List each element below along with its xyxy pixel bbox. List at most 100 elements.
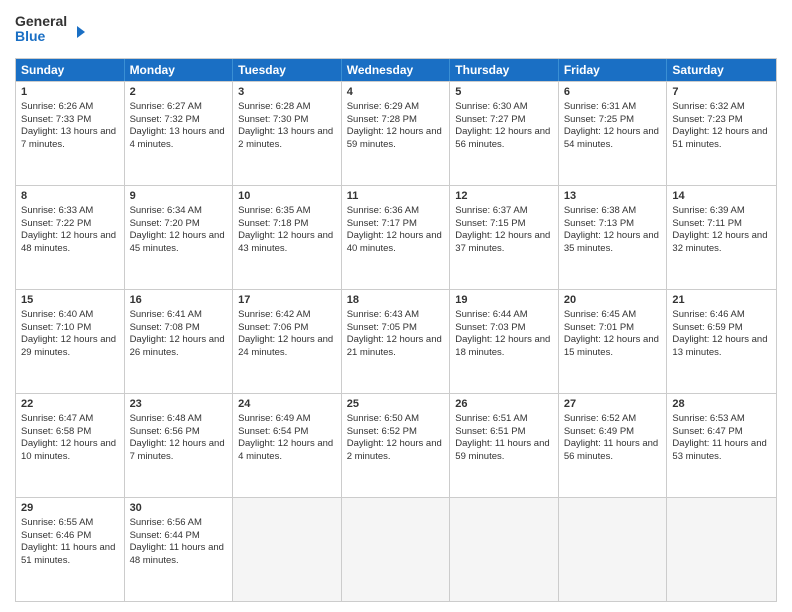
sunrise-20: Sunrise: 6:45 AM [564, 309, 636, 320]
sunrise-7: Sunrise: 6:32 AM [672, 101, 744, 112]
day-number-30: 30 [130, 501, 228, 516]
logo: General Blue [15, 10, 85, 50]
day-number-29: 29 [21, 501, 119, 516]
day-number-4: 4 [347, 85, 445, 100]
day-number-9: 9 [130, 189, 228, 204]
daylight-label-19: Daylight: 12 hours and 18 minutes. [455, 334, 550, 358]
page: General Blue SundayMondayTuesdayWednesda… [0, 0, 792, 612]
daylight-label-23: Daylight: 12 hours and 7 minutes. [130, 438, 225, 462]
sunset-27: Sunset: 6:49 PM [564, 426, 634, 437]
daylight-label-13: Daylight: 12 hours and 35 minutes. [564, 230, 659, 254]
daylight-label-7: Daylight: 12 hours and 51 minutes. [672, 126, 767, 150]
day-cell-21: 21 Sunrise: 6:46 AM Sunset: 6:59 PM Dayl… [667, 290, 776, 393]
daylight-label-24: Daylight: 12 hours and 4 minutes. [238, 438, 333, 462]
day-number-1: 1 [21, 85, 119, 100]
day-cell-10: 10 Sunrise: 6:35 AM Sunset: 7:18 PM Dayl… [233, 186, 342, 289]
day-cell-30: 30 Sunrise: 6:56 AM Sunset: 6:44 PM Dayl… [125, 498, 234, 601]
sunrise-23: Sunrise: 6:48 AM [130, 413, 202, 424]
sunrise-9: Sunrise: 6:34 AM [130, 205, 202, 216]
sunrise-29: Sunrise: 6:55 AM [21, 517, 93, 528]
day-cell-14: 14 Sunrise: 6:39 AM Sunset: 7:11 PM Dayl… [667, 186, 776, 289]
sunrise-27: Sunrise: 6:52 AM [564, 413, 636, 424]
sunrise-1: Sunrise: 6:26 AM [21, 101, 93, 112]
day-number-16: 16 [130, 293, 228, 308]
day-number-19: 19 [455, 293, 553, 308]
empty-cell-4-3 [342, 498, 451, 601]
sunrise-12: Sunrise: 6:37 AM [455, 205, 527, 216]
daylight-label-26: Daylight: 11 hours and 59 minutes. [455, 438, 549, 462]
day-cell-12: 12 Sunrise: 6:37 AM Sunset: 7:15 PM Dayl… [450, 186, 559, 289]
calendar-row-1: 8 Sunrise: 6:33 AM Sunset: 7:22 PM Dayli… [16, 185, 776, 289]
sunset-4: Sunset: 7:28 PM [347, 114, 417, 125]
sunset-20: Sunset: 7:01 PM [564, 322, 634, 333]
header-tuesday: Tuesday [233, 59, 342, 81]
day-number-21: 21 [672, 293, 771, 308]
daylight-label-17: Daylight: 12 hours and 24 minutes. [238, 334, 333, 358]
calendar-header-row: SundayMondayTuesdayWednesdayThursdayFrid… [16, 59, 776, 81]
logo-svg: General Blue [15, 10, 85, 50]
sunset-18: Sunset: 7:05 PM [347, 322, 417, 333]
svg-text:Blue: Blue [15, 28, 46, 44]
daylight-label-22: Daylight: 12 hours and 10 minutes. [21, 438, 116, 462]
day-cell-8: 8 Sunrise: 6:33 AM Sunset: 7:22 PM Dayli… [16, 186, 125, 289]
day-number-27: 27 [564, 397, 662, 412]
sunrise-26: Sunrise: 6:51 AM [455, 413, 527, 424]
calendar: SundayMondayTuesdayWednesdayThursdayFrid… [15, 58, 777, 602]
sunrise-11: Sunrise: 6:36 AM [347, 205, 419, 216]
calendar-body: 1 Sunrise: 6:26 AM Sunset: 7:33 PM Dayli… [16, 81, 776, 601]
daylight-label-16: Daylight: 12 hours and 26 minutes. [130, 334, 225, 358]
daylight-label-4: Daylight: 12 hours and 59 minutes. [347, 126, 442, 150]
sunset-1: Sunset: 7:33 PM [21, 114, 91, 125]
sunset-28: Sunset: 6:47 PM [672, 426, 742, 437]
daylight-label-6: Daylight: 12 hours and 54 minutes. [564, 126, 659, 150]
day-cell-20: 20 Sunrise: 6:45 AM Sunset: 7:01 PM Dayl… [559, 290, 668, 393]
day-number-2: 2 [130, 85, 228, 100]
sunset-6: Sunset: 7:25 PM [564, 114, 634, 125]
calendar-row-3: 22 Sunrise: 6:47 AM Sunset: 6:58 PM Dayl… [16, 393, 776, 497]
sunset-16: Sunset: 7:08 PM [130, 322, 200, 333]
day-number-6: 6 [564, 85, 662, 100]
daylight-label-30: Daylight: 11 hours and 48 minutes. [130, 542, 224, 566]
empty-cell-4-4 [450, 498, 559, 601]
svg-text:General: General [15, 13, 67, 29]
sunrise-24: Sunrise: 6:49 AM [238, 413, 310, 424]
daylight-label-15: Daylight: 12 hours and 29 minutes. [21, 334, 116, 358]
daylight-label-5: Daylight: 12 hours and 56 minutes. [455, 126, 550, 150]
sunrise-6: Sunrise: 6:31 AM [564, 101, 636, 112]
day-cell-7: 7 Sunrise: 6:32 AM Sunset: 7:23 PM Dayli… [667, 82, 776, 185]
daylight-label-9: Daylight: 12 hours and 45 minutes. [130, 230, 225, 254]
daylight-label-27: Daylight: 11 hours and 56 minutes. [564, 438, 658, 462]
sunrise-10: Sunrise: 6:35 AM [238, 205, 310, 216]
sunset-22: Sunset: 6:58 PM [21, 426, 91, 437]
day-cell-18: 18 Sunrise: 6:43 AM Sunset: 7:05 PM Dayl… [342, 290, 451, 393]
sunset-14: Sunset: 7:11 PM [672, 218, 742, 229]
sunrise-25: Sunrise: 6:50 AM [347, 413, 419, 424]
empty-cell-4-5 [559, 498, 668, 601]
day-number-25: 25 [347, 397, 445, 412]
header-saturday: Saturday [667, 59, 776, 81]
day-cell-17: 17 Sunrise: 6:42 AM Sunset: 7:06 PM Dayl… [233, 290, 342, 393]
calendar-row-2: 15 Sunrise: 6:40 AM Sunset: 7:10 PM Dayl… [16, 289, 776, 393]
day-cell-29: 29 Sunrise: 6:55 AM Sunset: 6:46 PM Dayl… [16, 498, 125, 601]
day-number-15: 15 [21, 293, 119, 308]
day-number-11: 11 [347, 189, 445, 204]
day-cell-24: 24 Sunrise: 6:49 AM Sunset: 6:54 PM Dayl… [233, 394, 342, 497]
sunset-13: Sunset: 7:13 PM [564, 218, 634, 229]
sunrise-21: Sunrise: 6:46 AM [672, 309, 744, 320]
sunset-19: Sunset: 7:03 PM [455, 322, 525, 333]
sunrise-2: Sunrise: 6:27 AM [130, 101, 202, 112]
header: General Blue [15, 10, 777, 50]
sunrise-28: Sunrise: 6:53 AM [672, 413, 744, 424]
sunset-5: Sunset: 7:27 PM [455, 114, 525, 125]
sunset-8: Sunset: 7:22 PM [21, 218, 91, 229]
day-number-10: 10 [238, 189, 336, 204]
day-cell-22: 22 Sunrise: 6:47 AM Sunset: 6:58 PM Dayl… [16, 394, 125, 497]
sunset-11: Sunset: 7:17 PM [347, 218, 417, 229]
daylight-label-21: Daylight: 12 hours and 13 minutes. [672, 334, 767, 358]
header-sunday: Sunday [16, 59, 125, 81]
day-cell-6: 6 Sunrise: 6:31 AM Sunset: 7:25 PM Dayli… [559, 82, 668, 185]
day-cell-27: 27 Sunrise: 6:52 AM Sunset: 6:49 PM Dayl… [559, 394, 668, 497]
daylight-label-3: Daylight: 13 hours and 2 minutes. [238, 126, 333, 150]
sunset-2: Sunset: 7:32 PM [130, 114, 200, 125]
sunset-17: Sunset: 7:06 PM [238, 322, 308, 333]
